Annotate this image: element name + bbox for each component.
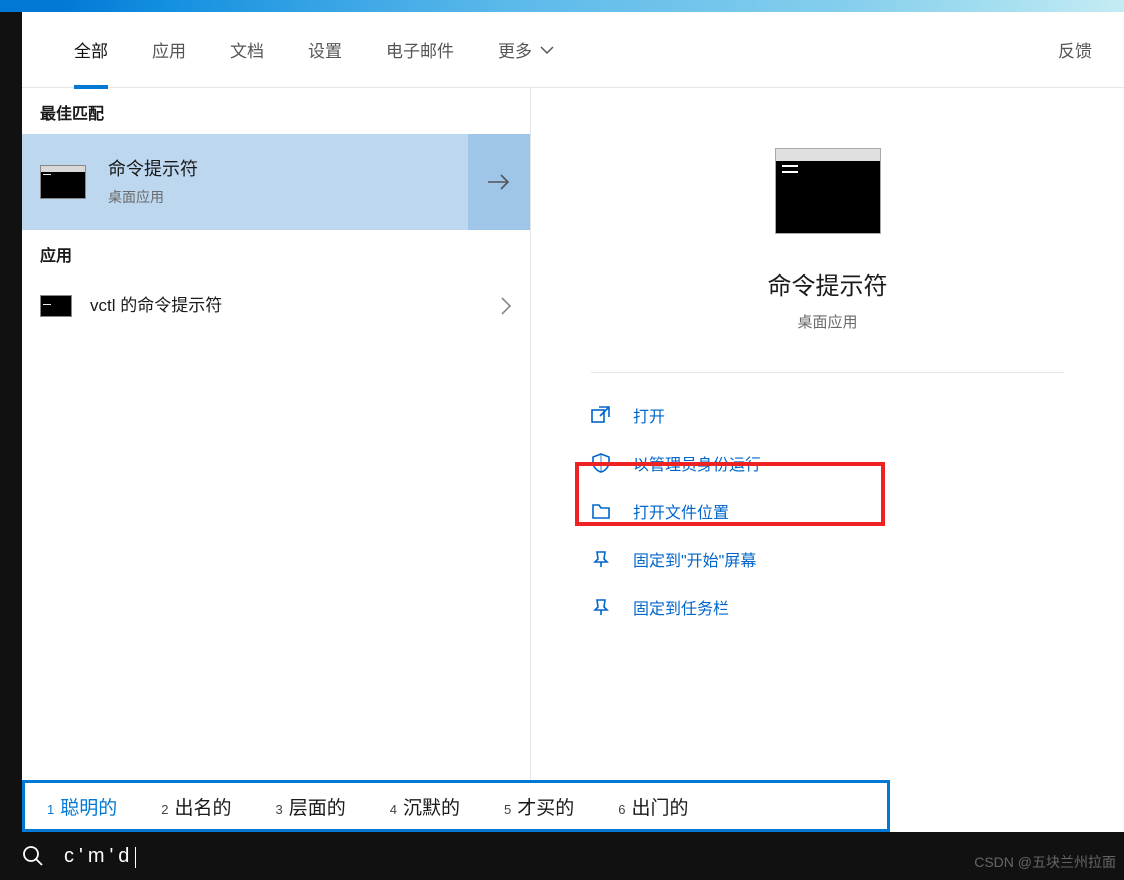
- window-top-edge: [0, 0, 1124, 12]
- ime-candidate-3[interactable]: 3 层面的: [254, 793, 368, 820]
- ime-num: 6: [618, 802, 625, 817]
- result-title: 命令提示符: [108, 157, 198, 182]
- content-area: 最佳匹配 命令提示符 桌面应用 应用 vctl 的: [22, 88, 1124, 838]
- app-result-label: vctl 的命令提示符: [90, 294, 222, 318]
- best-match-row-wrap: 命令提示符 桌面应用: [22, 134, 530, 230]
- ime-text: 沉默的: [403, 793, 460, 820]
- left-edge: [0, 12, 22, 838]
- action-label: 打开: [633, 403, 665, 427]
- action-label: 固定到任务栏: [633, 595, 729, 619]
- folder-icon: [591, 502, 611, 520]
- tab-more[interactable]: 更多: [476, 12, 576, 88]
- best-match-header: 最佳匹配: [22, 88, 530, 134]
- cmd-icon: [40, 295, 72, 317]
- ime-num: 3: [276, 802, 283, 817]
- ime-text: 聪明的: [60, 793, 117, 820]
- preview-column: 命令提示符 桌面应用 打开 以管理员身份运行 打开文件位置: [530, 88, 1124, 838]
- tab-label: 全部: [74, 37, 108, 62]
- search-panel: 全部 应用 文档 设置 电子邮件 更多 反馈 最佳匹配 命令提示符 桌面应用: [22, 12, 1124, 838]
- preview-icon-wrap: [591, 148, 1064, 234]
- ime-candidate-2[interactable]: 2 出名的: [139, 793, 253, 820]
- search-input-text: c'm'd: [64, 845, 134, 868]
- cmd-icon: [40, 165, 86, 199]
- result-subtitle: 桌面应用: [108, 187, 198, 207]
- ime-text: 层面的: [289, 793, 346, 820]
- feedback-link[interactable]: 反馈: [1058, 37, 1094, 62]
- action-pin-taskbar[interactable]: 固定到任务栏: [591, 583, 1064, 631]
- tab-settings[interactable]: 设置: [286, 12, 364, 88]
- feedback-label: 反馈: [1058, 42, 1092, 61]
- expand-arrow-button[interactable]: [468, 134, 530, 230]
- open-icon: [591, 406, 611, 424]
- action-pin-start[interactable]: 固定到"开始"屏幕: [591, 535, 1064, 583]
- ime-text: 才买的: [517, 793, 574, 820]
- apps-header: 应用: [22, 230, 530, 276]
- ime-candidate-5[interactable]: 5 才买的: [482, 793, 596, 820]
- best-match-result[interactable]: 命令提示符 桌面应用: [22, 134, 468, 230]
- taskbar-search[interactable]: c'm'd CSDN @五块兰州拉面: [0, 832, 1124, 880]
- result-text: 命令提示符 桌面应用: [108, 157, 198, 206]
- tab-email[interactable]: 电子邮件: [364, 12, 476, 88]
- tab-label: 更多: [498, 37, 532, 62]
- divider: [591, 372, 1064, 373]
- ime-num: 5: [504, 802, 511, 817]
- chevron-down-icon: [540, 45, 554, 55]
- results-column: 最佳匹配 命令提示符 桌面应用 应用 vctl 的: [22, 88, 530, 838]
- action-run-as-admin[interactable]: 以管理员身份运行: [591, 439, 1064, 487]
- ime-candidate-4[interactable]: 4 沉默的: [368, 793, 482, 820]
- action-label: 打开文件位置: [633, 499, 729, 523]
- pin-icon: [591, 550, 611, 568]
- tab-docs[interactable]: 文档: [208, 12, 286, 88]
- chevron-right-icon: [500, 296, 512, 316]
- app-result-vctl[interactable]: vctl 的命令提示符: [22, 276, 530, 336]
- tab-label: 设置: [308, 37, 342, 62]
- ime-num: 4: [390, 802, 397, 817]
- ime-num: 2: [161, 802, 168, 817]
- pin-icon: [591, 598, 611, 616]
- action-label: 固定到"开始"屏幕: [633, 547, 756, 571]
- tab-label: 电子邮件: [386, 37, 454, 62]
- ime-candidate-1[interactable]: 1 聪明的: [25, 793, 139, 820]
- search-icon: [22, 845, 44, 867]
- ime-candidate-6[interactable]: 6 出门的: [596, 793, 710, 820]
- ime-candidate-bar: 1 聪明的 2 出名的 3 层面的 4 沉默的 5 才买的 6 出门的: [22, 780, 890, 832]
- search-tabs: 全部 应用 文档 设置 电子邮件 更多 反馈: [22, 12, 1124, 88]
- action-open-file-location[interactable]: 打开文件位置: [591, 487, 1064, 535]
- cmd-large-icon: [775, 148, 881, 234]
- arrow-right-icon: [486, 172, 512, 192]
- shield-icon: [591, 453, 611, 473]
- preview-subtitle: 桌面应用: [591, 311, 1064, 332]
- preview-title: 命令提示符: [591, 266, 1064, 301]
- ime-text: 出名的: [174, 793, 231, 820]
- action-open[interactable]: 打开: [591, 391, 1064, 439]
- tab-label: 应用: [152, 37, 186, 62]
- watermark: CSDN @五块兰州拉面: [974, 852, 1116, 872]
- action-label: 以管理员身份运行: [633, 451, 761, 475]
- tab-label: 文档: [230, 37, 264, 62]
- ime-text: 出门的: [631, 793, 688, 820]
- tab-all[interactable]: 全部: [52, 12, 130, 88]
- ime-num: 1: [47, 802, 54, 817]
- tab-apps[interactable]: 应用: [130, 12, 208, 88]
